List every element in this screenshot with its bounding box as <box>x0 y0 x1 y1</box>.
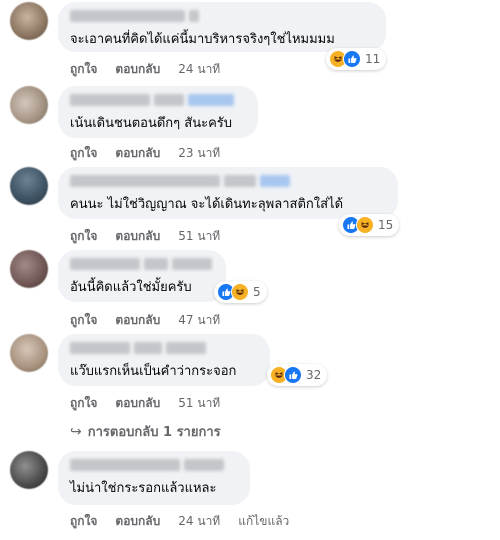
comment-bubble: ไม่น่าใช่กระรอกแล้วแหละ <box>58 451 250 505</box>
edited-label[interactable]: แก้ไขแล้ว <box>238 512 289 531</box>
comment-text: เน้นเดินชนตอนดึกๆ สันะครับ <box>70 116 232 131</box>
avatar[interactable] <box>10 334 48 372</box>
comment-bubble: จะเอาคนที่คิดได้แค่นี้มาบริหารจริงๆใช่ไห… <box>58 2 386 52</box>
timestamp[interactable]: 47 นาที <box>178 311 220 330</box>
reaction-count: 11 <box>365 52 381 66</box>
commenter-name-blurred[interactable] <box>70 94 246 108</box>
comment-text: คนนะ ไม่ใช่วิญญาณ จะได้เดินทะลุพลาสติกใส… <box>70 197 344 212</box>
reaction-summary[interactable]: 5 <box>214 281 267 303</box>
reaction-count: 5 <box>253 285 261 299</box>
comment-text: ไม่น่าใช่กระรอกแล้วแหละ <box>70 481 217 496</box>
avatar[interactable] <box>10 250 48 288</box>
comment-actions: ถูกใจ ตอบกลับ 47 นาที <box>70 311 220 330</box>
replies-label: การตอบกลับ 1 รายการ <box>87 425 221 440</box>
timestamp[interactable]: 24 นาที <box>178 512 220 531</box>
comment-actions: ถูกใจ ตอบกลับ 23 นาที <box>70 144 220 163</box>
commenter-name-blurred[interactable] <box>70 258 214 272</box>
haha-icon <box>356 216 374 234</box>
comment-bubble: แว๊บแรกเห็นเป็นคำว่ากระจอก <box>58 334 270 386</box>
commenter-name-blurred[interactable] <box>70 10 374 24</box>
comment-actions: ถูกใจ ตอบกลับ 24 นาที <box>70 60 220 79</box>
reaction-count: 15 <box>378 218 394 232</box>
reaction-summary[interactable]: 15 <box>339 214 400 236</box>
like-link[interactable]: ถูกใจ <box>70 60 97 79</box>
like-link[interactable]: ถูกใจ <box>70 311 97 330</box>
comment-text: จะเอาคนที่คิดได้แค่นี้มาบริหารจริงๆใช่ไห… <box>70 32 335 47</box>
reply-link[interactable]: ตอบกลับ <box>115 144 160 163</box>
comment-bubble: คนนะ ไม่ใช่วิญญาณ จะได้เดินทะลุพลาสติกใส… <box>58 167 398 219</box>
like-link[interactable]: ถูกใจ <box>70 512 97 531</box>
avatar[interactable] <box>10 451 48 489</box>
haha-icon <box>231 283 249 301</box>
view-replies-link[interactable]: ↪ การตอบกลับ 1 รายการ <box>70 421 221 442</box>
commenter-name-blurred[interactable] <box>70 459 238 473</box>
reply-link[interactable]: ตอบกลับ <box>115 512 160 531</box>
comment-actions: ถูกใจ ตอบกลับ 51 นาที <box>70 394 220 413</box>
commenter-name-blurred[interactable] <box>70 342 258 356</box>
comment-actions: ถูกใจ ตอบกลับ 24 นาที แก้ไขแล้ว <box>70 512 289 531</box>
reaction-summary[interactable]: 11 <box>326 48 387 70</box>
like-link[interactable]: ถูกใจ <box>70 394 97 413</box>
reply-link[interactable]: ตอบกลับ <box>115 394 160 413</box>
reply-link[interactable]: ตอบกลับ <box>115 311 160 330</box>
comment-text: แว๊บแรกเห็นเป็นคำว่ากระจอก <box>70 364 237 379</box>
timestamp[interactable]: 51 นาที <box>178 394 220 413</box>
comment-actions: ถูกใจ ตอบกลับ 51 นาที <box>70 227 220 246</box>
timestamp[interactable]: 23 นาที <box>178 144 220 163</box>
timestamp[interactable]: 51 นาที <box>178 227 220 246</box>
reaction-summary[interactable]: 32 <box>267 364 328 386</box>
timestamp[interactable]: 24 นาที <box>178 60 220 79</box>
like-link[interactable]: ถูกใจ <box>70 144 97 163</box>
reply-arrow-icon: ↪ <box>70 423 82 440</box>
like-link[interactable]: ถูกใจ <box>70 227 97 246</box>
comment-text: อันนี้คิดแล้วใช่มั้ยครับ <box>70 280 192 295</box>
reply-link[interactable]: ตอบกลับ <box>115 227 160 246</box>
reply-link[interactable]: ตอบกลับ <box>115 60 160 79</box>
avatar[interactable] <box>10 2 48 40</box>
like-icon <box>284 366 302 384</box>
comment-bubble: เน้นเดินชนตอนดึกๆ สันะครับ <box>58 86 258 138</box>
like-icon <box>343 50 361 68</box>
comment-bubble: อันนี้คิดแล้วใช่มั้ยครับ <box>58 250 226 302</box>
reaction-count: 32 <box>306 368 322 382</box>
avatar[interactable] <box>10 167 48 205</box>
avatar[interactable] <box>10 86 48 124</box>
commenter-name-blurred[interactable] <box>70 175 386 189</box>
